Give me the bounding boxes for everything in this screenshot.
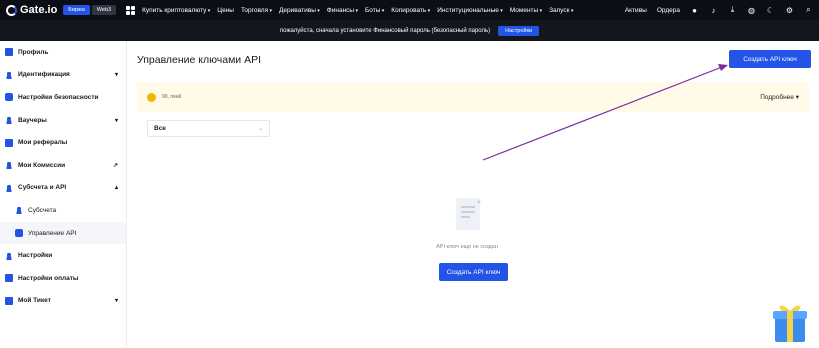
nav-trade[interactable]: Торговля (241, 7, 272, 14)
settings-icon[interactable]: ⚙ (785, 6, 794, 15)
globe-icon[interactable]: ◍ (747, 6, 756, 15)
right-nav: Активы Ордера ● ♪ ⤓ ◍ ☾ ⚙ ⌕ (625, 5, 813, 15)
apps-grid-icon[interactable] (126, 5, 136, 15)
gate-logo[interactable]: Gate.io (6, 4, 57, 16)
sidebar-item-tickets[interactable]: Мой Тикет ▾ (0, 290, 126, 313)
nav-buy-crypto[interactable]: Купить криптовалюту (142, 7, 210, 14)
sidebar-item-label: Ваучеры (18, 116, 47, 124)
sidebar-item-label: Мои рефералы (18, 139, 68, 147)
chevron-down-icon: ▾ (114, 117, 118, 124)
empty-state-text: API ключ еще не создан (436, 244, 498, 250)
settings-icon (5, 251, 13, 260)
page-title: Управление ключами API (137, 54, 262, 66)
download-icon[interactable]: ⤓ (728, 5, 737, 15)
nav-derivatives[interactable]: Деривативы (279, 7, 320, 14)
security-banner: пожалуйста, сначала установите Финансовы… (0, 20, 819, 41)
points-notice: 90, гмнй Подробнее ▾ (137, 82, 809, 112)
filter-select[interactable]: Все ⌄ (147, 120, 270, 137)
avatar-icon[interactable]: ● (690, 6, 699, 15)
gate-logo-icon (6, 4, 17, 16)
nav-launch[interactable]: Запуск (549, 7, 573, 14)
referral-icon (5, 138, 13, 147)
bell-icon[interactable]: ♪ (709, 6, 718, 15)
sidebar-item-commissions[interactable]: Мои Комиссии ↗ (0, 154, 126, 177)
commission-icon (5, 161, 13, 170)
sidebar-item-payment-settings[interactable]: Настройки оплаты (0, 267, 126, 290)
sidebar-item-label: Идентификация (18, 71, 70, 79)
chevron-up-icon: ▴ (114, 185, 118, 192)
nav-copy[interactable]: Копировать (391, 7, 430, 14)
sidebar-item-settings[interactable]: Настройки (0, 244, 126, 267)
sidebar-item-label: Субсчета и API (18, 184, 67, 192)
details-link[interactable]: Подробнее ▾ (760, 93, 799, 101)
top-nav-bar: Gate.io Биржа Web3 Купить криптовалюту Ц… (0, 0, 819, 20)
chevron-down-icon: ⌄ (257, 126, 263, 132)
shield-icon (5, 93, 13, 102)
coin-icon (147, 92, 156, 102)
sidebar-item-api-management[interactable]: Управление API (0, 221, 126, 245)
sidebar-item-label: Настройки безопасности (18, 93, 99, 101)
nav-moments[interactable]: Моменты (510, 7, 542, 14)
main-nav: Купить криптовалюту Цены Торговля Дерива… (126, 5, 573, 15)
brand-name: Gate.io (20, 4, 58, 16)
subaccounts-icon (5, 183, 13, 192)
nav-finance[interactable]: Финансы (327, 7, 358, 14)
chevron-down-icon: ▾ (114, 298, 118, 305)
main-content: Управление ключами API Создать API ключ … (127, 41, 819, 348)
chevron-down-icon: ▾ (114, 72, 118, 79)
sidebar-item-label: Мой Тикет (18, 297, 51, 305)
sidebar-item-security[interactable]: Настройки безопасности (0, 86, 126, 109)
create-api-key-button-empty[interactable]: Создать API ключ (439, 263, 508, 281)
notice-text: 90, гмнй (162, 94, 182, 100)
ticket-icon (5, 296, 13, 305)
sidebar-item-vouchers[interactable]: Ваучеры ▾ (0, 109, 126, 132)
profile-icon (5, 48, 13, 57)
sidebar-item-label: Мои Комиссии (18, 161, 66, 169)
sidebar-item-referrals[interactable]: Мои рефералы (0, 131, 126, 154)
search-icon[interactable]: ⌕ (804, 5, 813, 15)
nav-assets[interactable]: Активы (625, 7, 647, 14)
sidebar-item-identification[interactable]: Идентификация ▾ (0, 64, 126, 87)
payment-icon (5, 274, 13, 283)
banner-settings-button[interactable]: Настройки (498, 25, 540, 36)
tab-exchange[interactable]: Биржа (63, 5, 90, 15)
create-api-key-button[interactable]: Создать API ключ (729, 50, 811, 68)
sidebar-item-label: Настройки (18, 252, 53, 260)
empty-document-icon (456, 198, 481, 230)
nav-prices[interactable]: Цены (217, 7, 234, 14)
filter-value: Все (154, 125, 166, 132)
details-label: Подробнее (760, 94, 794, 101)
sidebar-item-profile[interactable]: Профиль (0, 41, 126, 64)
sidebar-item-label: Субсчета (28, 206, 57, 214)
nav-bots[interactable]: Боты (365, 7, 384, 14)
sidebar-item-label: Управление API (28, 229, 77, 237)
nav-orders[interactable]: Ордера (657, 7, 680, 14)
nav-institutional[interactable]: Институциональные (437, 7, 503, 14)
sidebar-item-subaccounts-api[interactable]: Субсчета и API ▴ (0, 177, 126, 200)
voucher-icon (5, 116, 13, 125)
subaccount-icon (15, 206, 23, 215)
gift-icon[interactable] (772, 300, 808, 344)
tab-web3[interactable]: Web3 (91, 5, 117, 15)
api-icon (15, 229, 23, 238)
sidebar-item-label: Профиль (18, 48, 49, 56)
banner-text: пожалуйста, сначала установите Финансовы… (279, 27, 491, 34)
external-link-icon: ↗ (112, 162, 118, 169)
sidebar-item-subaccounts[interactable]: Субсчета (0, 199, 126, 222)
theme-toggle-icon[interactable]: ☾ (766, 6, 775, 15)
sidebar-item-label: Настройки оплаты (18, 274, 79, 282)
sidebar: Профиль Идентификация ▾ Настройки безопас… (0, 41, 127, 348)
user-check-icon (5, 70, 13, 79)
